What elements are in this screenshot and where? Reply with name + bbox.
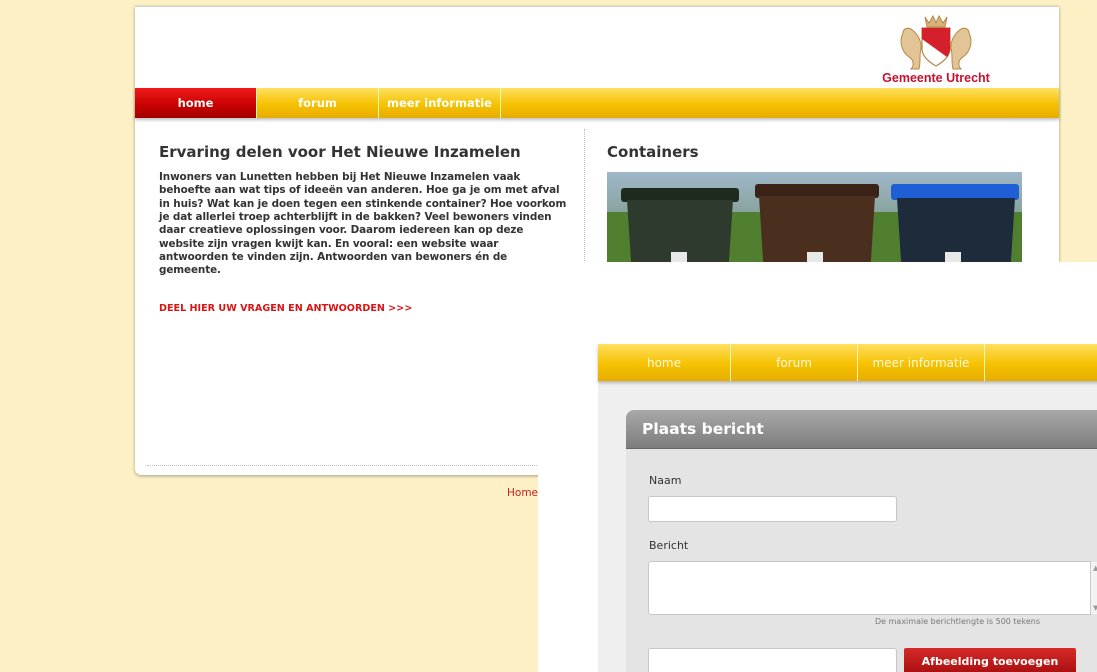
- nav-meer-informatie[interactable]: meer informatie: [379, 88, 501, 118]
- panel-title: Plaats bericht: [626, 410, 1097, 449]
- post-message-window: home forum meer informatie Plaats berich…: [538, 262, 1097, 672]
- message-scrollbar[interactable]: ▲ ▼: [1090, 562, 1097, 614]
- containers-title: Containers: [607, 143, 699, 161]
- gemeente-utrecht-logo[interactable]: Gemeente Utrecht: [871, 13, 1001, 85]
- post-message-page: home forum meer informatie Plaats berich…: [598, 262, 1097, 672]
- nav-forum[interactable]: forum: [257, 88, 379, 118]
- logo-text: Gemeente Utrecht: [882, 71, 990, 85]
- intro-section: Ervaring delen voor Het Nieuwe Inzamelen…: [159, 143, 569, 314]
- name-input[interactable]: [648, 496, 897, 522]
- utrecht-coat-of-arms-icon: [900, 14, 972, 70]
- add-image-button[interactable]: Afbeelding toevoegen: [904, 648, 1076, 672]
- overlay-navigation: home forum meer informatie: [598, 344, 1097, 381]
- message-label: Bericht: [649, 539, 689, 552]
- intro-text: Inwoners van Lunetten hebben bij Het Nie…: [159, 171, 567, 277]
- breadcrumb-home-link[interactable]: Home: [507, 487, 538, 499]
- overlay-header: [598, 262, 1097, 344]
- message-length-hint: De maximale berichtlengte is 500 tekens: [875, 617, 1040, 626]
- image-file-input[interactable]: [648, 648, 897, 672]
- scroll-up-icon[interactable]: ▲: [1093, 564, 1097, 572]
- intro-title: Ervaring delen voor Het Nieuwe Inzamelen: [159, 143, 521, 161]
- scroll-down-icon[interactable]: ▼: [1093, 604, 1097, 612]
- overlay-nav-meer-informatie[interactable]: meer informatie: [858, 344, 985, 381]
- message-textarea[interactable]: [648, 561, 1093, 615]
- share-questions-link[interactable]: DEEL HIER UW VRAGEN EN ANTWOORDEN >>>: [159, 303, 569, 314]
- post-message-panel: Plaats bericht: [626, 410, 1097, 672]
- overlay-nav-home[interactable]: home: [598, 344, 731, 381]
- overlay-nav-forum[interactable]: forum: [731, 344, 858, 381]
- nav-home[interactable]: home: [135, 88, 257, 118]
- name-label: Naam: [649, 474, 682, 487]
- main-navigation: home forum meer informatie: [135, 88, 1059, 118]
